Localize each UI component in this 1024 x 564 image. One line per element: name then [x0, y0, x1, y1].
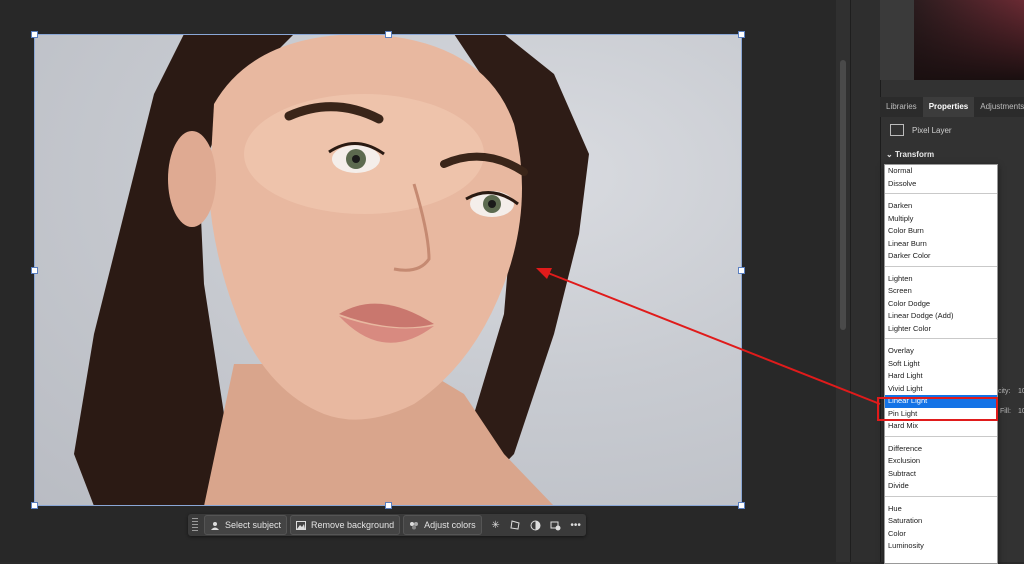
annotation-arrow [536, 268, 881, 405]
